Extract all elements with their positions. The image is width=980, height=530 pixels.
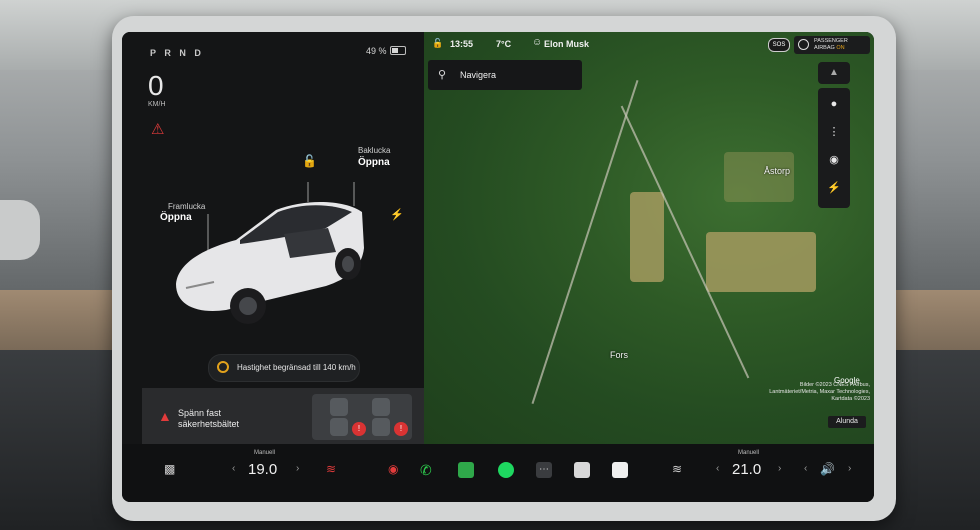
speed-limit-icon [217, 361, 229, 373]
volume-down-icon[interactable]: ‹ [804, 463, 807, 474]
belt-warning-icon: ! [352, 422, 366, 436]
right-temp-down-icon[interactable]: ‹ [716, 463, 719, 474]
map-attribution: Bilder ©2023 CNES / Airbus, Lantmäteriet… [769, 382, 870, 402]
traffic-icon[interactable]: ⋮ [824, 122, 844, 142]
seatbelt-alert-text: Spänn fast säkerhetsbältet [178, 408, 240, 429]
map-field [706, 232, 816, 292]
trunk-label: Baklucka [358, 146, 391, 155]
nearby-location-chip[interactable]: Alunda [828, 416, 866, 428]
driver-profile[interactable]: Elon Musk [544, 39, 589, 49]
bottom-dock: ▩ ‹ Manuell 19.0 › ≋ ◉ ✆ ⋯ ≋ ‹ Manuell 2… [122, 444, 874, 502]
top-status-bar: 🔓 13:55 7°C ☺ Elon Musk SOS PASSENGER AI… [424, 32, 874, 54]
unlock-icon[interactable]: 🔓 [302, 154, 317, 168]
search-icon: ⚲ [438, 69, 447, 81]
belt-warning-icon: ! [394, 422, 408, 436]
left-temp-down-icon[interactable]: ‹ [232, 463, 235, 474]
user-icon[interactable]: ☺ [532, 37, 542, 48]
seatbelt-warning-icon: ⚠ [151, 121, 165, 138]
clock: 13:55 [450, 39, 474, 49]
left-temperature[interactable]: 19.0 [248, 461, 277, 478]
right-temperature[interactable]: 21.0 [732, 461, 761, 478]
alert-triangle-icon: ▲ [158, 408, 172, 424]
lock-status-icon[interactable]: 🔓 [432, 38, 443, 49]
search-input[interactable]: Navigera [460, 70, 496, 80]
navigation-search[interactable]: ⚲ Navigera [428, 60, 582, 90]
seat-driver [330, 398, 348, 416]
gear-selector: P R N D [150, 48, 204, 58]
seat-passenger [372, 398, 390, 416]
spotify-icon[interactable] [498, 462, 514, 478]
map-controls: ● ⋮ ◉ ⚡ [818, 88, 850, 208]
calendar-icon[interactable] [574, 462, 590, 478]
charging-icon[interactable]: ⚡ [824, 178, 844, 198]
volume-icon[interactable]: 🔊 [820, 462, 835, 476]
notes-icon[interactable] [612, 462, 628, 478]
airbag-icon [798, 39, 809, 50]
outside-temperature: 7°C [496, 39, 512, 49]
car-status-panel: P R N D 0 KM/H ⚠ 49 % 🔓 Baklucka Öppna F… [122, 32, 424, 444]
left-climate-mode: Manuell [254, 450, 276, 456]
map-place-label: Åstorp [764, 166, 791, 176]
open-trunk-button[interactable]: Öppna [358, 157, 390, 168]
touchscreen: P R N D 0 KM/H ⚠ 49 % 🔓 Baklucka Öppna F… [122, 32, 874, 502]
steering-wheel-edge [0, 200, 40, 260]
steering-heat-icon[interactable]: ◉ [388, 462, 398, 476]
seatbelt-alert[interactable]: ▲ Spänn fast säkerhetsbältet ! ! [142, 388, 424, 444]
speed-limit-text: Hastighet begränsad till 140 km/h [237, 363, 356, 372]
passenger-airbag-status: PASSENGER AIRBAG ON [794, 36, 870, 54]
chart-icon[interactable] [458, 462, 474, 478]
airbag-label-1: PASSENGER [814, 38, 848, 44]
left-temp-up-icon[interactable]: › [296, 463, 299, 474]
seat-rear-left [330, 418, 348, 436]
seat-rear-right [372, 418, 390, 436]
right-temp-up-icon[interactable]: › [778, 463, 781, 474]
phone-icon[interactable]: ✆ [420, 462, 436, 478]
seat-heater-right-icon[interactable]: ≋ [672, 462, 682, 476]
globe-icon[interactable]: ● [824, 94, 844, 114]
car-icon[interactable]: ▩ [164, 462, 175, 476]
map-field [630, 192, 664, 282]
speed-unit: KM/H [148, 101, 166, 108]
volume-up-icon[interactable]: › [848, 463, 851, 474]
compass-button[interactable]: ▲ [818, 62, 850, 84]
battery-icon [390, 46, 406, 55]
sos-button[interactable]: SOS [768, 38, 790, 52]
speed-limit-notice[interactable]: Hastighet begränsad till 140 km/h [208, 354, 360, 382]
map-field [724, 152, 794, 202]
seat-heater-icon[interactable]: ≋ [326, 462, 336, 476]
car-illustration [176, 182, 364, 324]
map-place-label: Fors [610, 350, 628, 360]
more-icon[interactable]: ⋯ [536, 462, 552, 478]
right-climate-mode: Manuell [738, 450, 760, 456]
airbag-label-2: AIRBAG ON [814, 45, 845, 51]
speed-readout: 0 [148, 70, 164, 101]
map-view[interactable]: 🔓 13:55 7°C ☺ Elon Musk SOS PASSENGER AI… [424, 32, 874, 444]
seat-occupancy-map: ! ! [312, 394, 412, 440]
charge-port-icon[interactable]: ⚡ [390, 208, 404, 221]
pin-icon[interactable]: ◉ [824, 150, 844, 170]
battery-percent: 49 % [366, 46, 387, 56]
